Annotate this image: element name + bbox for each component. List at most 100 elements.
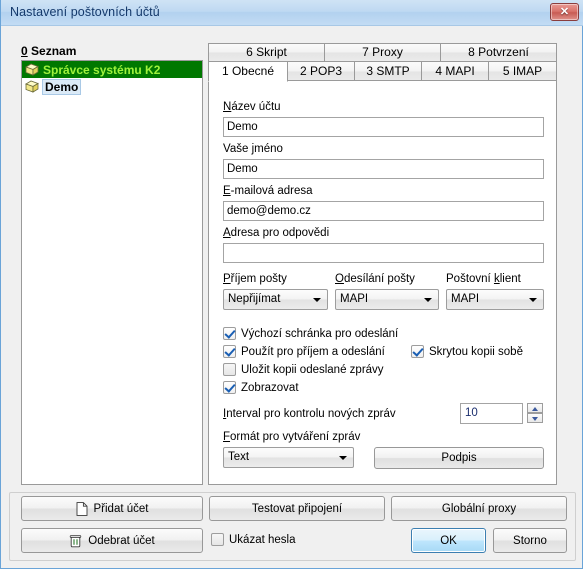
checkbox-label: Zobrazovat	[241, 381, 299, 394]
mail-client-pre: Poštovní	[446, 273, 494, 285]
chevron-down-icon	[424, 298, 432, 302]
list-label: 0 Seznam	[21, 44, 76, 58]
checkbox-icon	[223, 327, 236, 340]
checkbox-default-outbox[interactable]: Výchozí schránka pro odeslání	[223, 327, 398, 340]
reply-to-accel: A	[223, 227, 231, 239]
remove-account-button[interactable]: Odebrat účet	[21, 528, 203, 553]
signature-button[interactable]: Podpis	[374, 447, 544, 469]
send-mail-value: MAPI	[340, 293, 369, 305]
mail-client-value: MAPI	[451, 293, 480, 305]
checkbox-label: Výchozí schránka pro odeslání	[241, 327, 399, 340]
tab-imap[interactable]: 5 IMAP	[488, 61, 557, 82]
checkbox-use-for-receive-send[interactable]: Použít pro příjem a odeslání	[223, 345, 385, 358]
email-rest: -mailová adresa	[230, 185, 313, 197]
receive-mail-select[interactable]: Nepřijímat	[223, 289, 328, 310]
list-item[interactable]: Demo	[22, 78, 202, 95]
test-connection-button[interactable]: Testovat připojení	[209, 496, 385, 521]
checkbox-icon	[223, 363, 236, 376]
receive-mail-accel: P	[223, 273, 231, 285]
checkbox-icon	[223, 381, 236, 394]
format-value: Text	[228, 451, 250, 463]
dialog-window: Nastavení poštovních účtů ✕ 0 Seznam Spr…	[0, 0, 583, 569]
checkbox-label: Skrytou kopii sobě	[429, 345, 523, 358]
account-folder-icon	[25, 63, 39, 76]
page-icon	[76, 501, 87, 516]
tab-mapi[interactable]: 4 MAPI	[421, 61, 489, 82]
mail-client-rest: lient	[499, 273, 521, 285]
account-folder-icon	[25, 80, 39, 93]
chevron-down-icon	[313, 298, 321, 302]
tabstrip-top: 6 Skript 7 Proxy 8 Potvrzení	[208, 43, 557, 62]
add-account-label: Přidat účet	[93, 502, 149, 515]
tab-proxy[interactable]: 7 Proxy	[324, 43, 441, 62]
accounts-listbox[interactable]: Správce systému K2 Demo	[21, 60, 203, 485]
list-label-accel: 0	[21, 44, 28, 58]
account-name-rest: ázev účtu	[231, 101, 281, 113]
interval-input[interactable]: 10	[460, 403, 523, 424]
reply-to-input[interactable]	[223, 243, 544, 263]
interval-stepper[interactable]	[527, 403, 543, 424]
global-proxy-button[interactable]: Globální proxy	[391, 496, 567, 521]
reply-to-label: Adresa pro odpovědi	[223, 227, 329, 239]
account-name-input[interactable]	[223, 117, 544, 137]
add-account-button[interactable]: Přidat účet	[21, 496, 203, 521]
ok-button[interactable]: OK	[411, 528, 486, 553]
mail-client-select[interactable]: MAPI	[446, 289, 544, 310]
list-item[interactable]: Správce systému K2	[22, 61, 202, 78]
show-passwords-label: Ukázat hesla	[229, 533, 296, 546]
window-title: Nastavení poštovních účtů	[10, 5, 160, 19]
email-accel: E	[223, 185, 231, 197]
checkbox-label: Použít pro příjem a odeslání	[241, 345, 385, 358]
stepper-up-icon[interactable]	[527, 403, 543, 413]
checkbox-display[interactable]: Zobrazovat	[223, 381, 299, 394]
receive-mail-value: Nepřijímat	[228, 293, 281, 305]
list-label-rest: Seznam	[27, 44, 77, 58]
checkbox-label: Uložit kopii odeslané zprávy	[241, 363, 384, 376]
your-name-input[interactable]	[223, 159, 544, 179]
checkbox-bcc-self[interactable]: Skrytou kopii sobě	[411, 345, 523, 358]
tab-smtp[interactable]: 3 SMTP	[354, 61, 422, 82]
send-mail-label: Odesílání pošty	[335, 273, 415, 285]
chevron-down-icon	[339, 456, 347, 460]
send-mail-select[interactable]: MAPI	[335, 289, 439, 310]
reply-to-rest: dresa pro odpovědi	[230, 227, 330, 239]
format-accel: F	[223, 431, 231, 443]
send-mail-rest: desílání pošty	[343, 273, 415, 285]
your-name-rest: méno	[254, 143, 283, 155]
send-mail-accel: O	[335, 273, 344, 285]
chevron-down-icon	[529, 298, 537, 302]
interval-label: Interval pro kontrolu nových zpráv	[223, 408, 396, 420]
format-select[interactable]: Text	[223, 447, 354, 468]
close-button[interactable]: ✕	[550, 3, 579, 21]
trash-icon	[70, 534, 82, 547]
format-rest: ormát pro vytváření zpráv	[230, 431, 361, 443]
tab-skript[interactable]: 6 Skript	[208, 43, 325, 62]
list-item-label: Demo	[42, 78, 82, 95]
format-label: Formát pro vytváření zpráv	[223, 431, 360, 443]
tab-panel-obecne: Název účtu Vaše jméno E-mailová adresa A…	[208, 80, 557, 485]
tab-potvrzeni[interactable]: 8 Potvrzení	[440, 43, 557, 62]
cancel-button[interactable]: Storno	[493, 528, 567, 553]
email-label: E-mailová adresa	[223, 185, 313, 197]
checkbox-icon	[211, 533, 224, 546]
email-input[interactable]	[223, 201, 544, 221]
tab-obecne[interactable]: 1 Obecné	[208, 61, 288, 82]
close-icon: ✕	[559, 6, 570, 18]
checkbox-save-sent-copy[interactable]: Uložit kopii odeslané zprávy	[223, 363, 384, 376]
receive-mail-rest: říjem pošty	[230, 273, 287, 285]
mail-client-label: Poštovní klient	[446, 273, 521, 285]
tabstrip-bottom: 1 Obecné 2 POP3 3 SMTP 4 MAPI 5 IMAP	[208, 61, 557, 82]
tab-pop3[interactable]: 2 POP3	[287, 61, 355, 82]
show-passwords-checkbox[interactable]: Ukázat hesla	[211, 533, 295, 546]
receive-mail-label: Příjem pošty	[223, 273, 287, 285]
list-item-label: Správce systému K2	[43, 62, 161, 77]
account-name-label: Název účtu	[223, 101, 281, 113]
stepper-down-icon[interactable]	[527, 413, 543, 423]
checkbox-icon	[411, 345, 424, 358]
your-name-label: Vaše jméno	[223, 143, 283, 155]
interval-rest: nterval pro kontrolu nových zpráv	[226, 408, 396, 420]
title-bar: Nastavení poštovních účtů ✕	[1, 0, 583, 26]
remove-account-label: Odebrat účet	[88, 534, 155, 547]
your-name-pre: Vaše	[223, 143, 252, 155]
checkbox-icon	[223, 345, 236, 358]
